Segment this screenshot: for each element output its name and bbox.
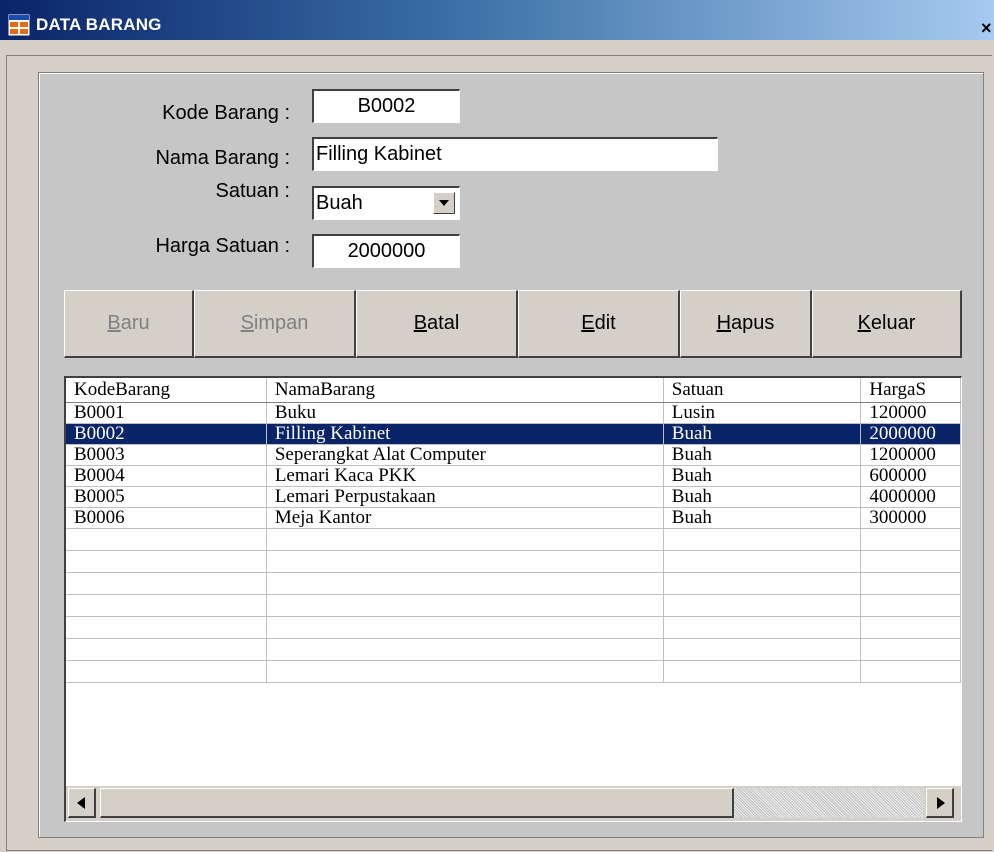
- table-cell[interactable]: B0005: [66, 486, 267, 508]
- table-cell[interactable]: Seperangkat Alat Computer: [266, 444, 664, 466]
- nama-barang-label: Nama Barang :: [155, 147, 290, 169]
- empty-row: [66, 660, 961, 683]
- simpan-label: impan: [253, 312, 309, 334]
- batal-button[interactable]: Batal: [356, 290, 518, 358]
- satuan-selected-value: Buah: [316, 192, 363, 214]
- nama-barang-field[interactable]: Filling Kabinet: [312, 137, 718, 171]
- hapus-label: apus: [731, 312, 775, 334]
- close-button[interactable]: ×: [981, 17, 994, 39]
- hapus-mnemonic: H: [716, 312, 732, 334]
- empty-row: [66, 550, 961, 573]
- table-row-selected[interactable]: B0002 Filling Kabinet Buah 2000000: [66, 423, 961, 445]
- keluar-button[interactable]: Keluar: [812, 290, 962, 358]
- table-cell[interactable]: 1200000: [860, 444, 961, 466]
- column-header[interactable]: HargaS: [860, 378, 961, 403]
- table-cell[interactable]: Meja Kantor: [266, 507, 664, 529]
- baru-button[interactable]: Baru: [64, 290, 194, 358]
- table-row[interactable]: B0001 Buku Lusin 120000: [66, 402, 961, 424]
- dropdown-button[interactable]: [433, 192, 455, 214]
- satuan-label: Satuan :: [215, 180, 290, 202]
- table-row[interactable]: B0006 Meja Kantor Buah 300000: [66, 507, 961, 529]
- baru-label: aru: [120, 312, 150, 334]
- data-table: KodeBarang NamaBarang Satuan HargaS B000…: [66, 378, 961, 683]
- column-header[interactable]: KodeBarang: [66, 378, 267, 403]
- satuan-dropdown[interactable]: Buah: [312, 186, 460, 220]
- table-row[interactable]: B0004 Lemari Kaca PKK Buah 600000: [66, 465, 961, 487]
- kode-barang-field[interactable]: B0002: [312, 89, 460, 123]
- close-icon: ×: [981, 18, 992, 38]
- table-cell[interactable]: 120000: [860, 402, 961, 424]
- table-cell[interactable]: B0006: [66, 507, 267, 529]
- scroll-thumb[interactable]: [100, 788, 734, 818]
- table-cell[interactable]: Buah: [663, 423, 862, 445]
- empty-row: [66, 594, 961, 617]
- data-grid[interactable]: KodeBarang NamaBarang Satuan HargaS B000…: [64, 376, 962, 822]
- scroll-track[interactable]: [734, 788, 924, 818]
- arrow-right-icon: [937, 797, 945, 809]
- scroll-left-button[interactable]: [68, 788, 96, 818]
- keluar-mnemonic: K: [857, 312, 871, 334]
- column-header[interactable]: Satuan: [663, 378, 862, 403]
- table-cell[interactable]: Lusin: [663, 402, 862, 424]
- kode-barang-label: Kode Barang :: [162, 102, 290, 124]
- table-cell[interactable]: B0004: [66, 465, 267, 487]
- keluar-label: eluar: [870, 312, 916, 334]
- table-cell[interactable]: Buah: [663, 444, 862, 466]
- table-cell[interactable]: Buah: [663, 465, 862, 487]
- chevron-down-icon: [439, 200, 449, 206]
- table-cell[interactable]: 4000000: [860, 486, 961, 508]
- baru-mnemonic: B: [107, 312, 121, 334]
- empty-row: [66, 638, 961, 661]
- arrow-left-icon: [77, 797, 85, 809]
- edit-label: dit: [594, 312, 616, 334]
- table-cell[interactable]: Buku: [266, 402, 664, 424]
- title-bar[interactable]: DATA BARANG ×: [0, 0, 994, 40]
- header-row: KodeBarang NamaBarang Satuan HargaS: [66, 378, 961, 403]
- form-window-icon: [8, 14, 30, 36]
- harga-satuan-label: Harga Satuan :: [155, 235, 290, 257]
- table-cell[interactable]: 300000: [860, 507, 961, 529]
- scroll-right-button[interactable]: [926, 788, 954, 818]
- simpan-button[interactable]: Simpan: [194, 290, 356, 358]
- table-cell[interactable]: Buah: [663, 507, 862, 529]
- table-cell[interactable]: Lemari Kaca PKK: [266, 465, 664, 487]
- empty-row: [66, 572, 961, 595]
- table-cell[interactable]: B0001: [66, 402, 267, 424]
- horizontal-scrollbar[interactable]: [66, 786, 961, 821]
- batal-mnemonic: B: [413, 312, 428, 334]
- batal-label: atal: [427, 312, 460, 334]
- harga-satuan-field[interactable]: 2000000: [312, 234, 460, 268]
- table-row[interactable]: B0003 Seperangkat Alat Computer Buah 120…: [66, 444, 961, 466]
- empty-row: [66, 528, 961, 551]
- table-row[interactable]: B0005 Lemari Perpustakaan Buah 4000000: [66, 486, 961, 508]
- table-cell[interactable]: 2000000: [860, 423, 961, 445]
- empty-row: [66, 616, 961, 639]
- edit-button[interactable]: Edit: [518, 290, 680, 358]
- table-cell[interactable]: 600000: [860, 465, 961, 487]
- table-cell[interactable]: B0002: [66, 423, 267, 445]
- table-cell[interactable]: B0003: [66, 444, 267, 466]
- table-cell[interactable]: Lemari Perpustakaan: [266, 486, 664, 508]
- button-bar: Baru Simpan Batal Edit Hapus Keluar: [64, 290, 962, 358]
- table-cell[interactable]: Buah: [663, 486, 862, 508]
- table-cell[interactable]: Filling Kabinet: [266, 423, 664, 445]
- edit-mnemonic: E: [581, 312, 595, 334]
- hapus-button[interactable]: Hapus: [680, 290, 812, 358]
- simpan-mnemonic: S: [240, 312, 254, 334]
- column-header[interactable]: NamaBarang: [266, 378, 664, 403]
- window-title: DATA BARANG: [36, 15, 162, 34]
